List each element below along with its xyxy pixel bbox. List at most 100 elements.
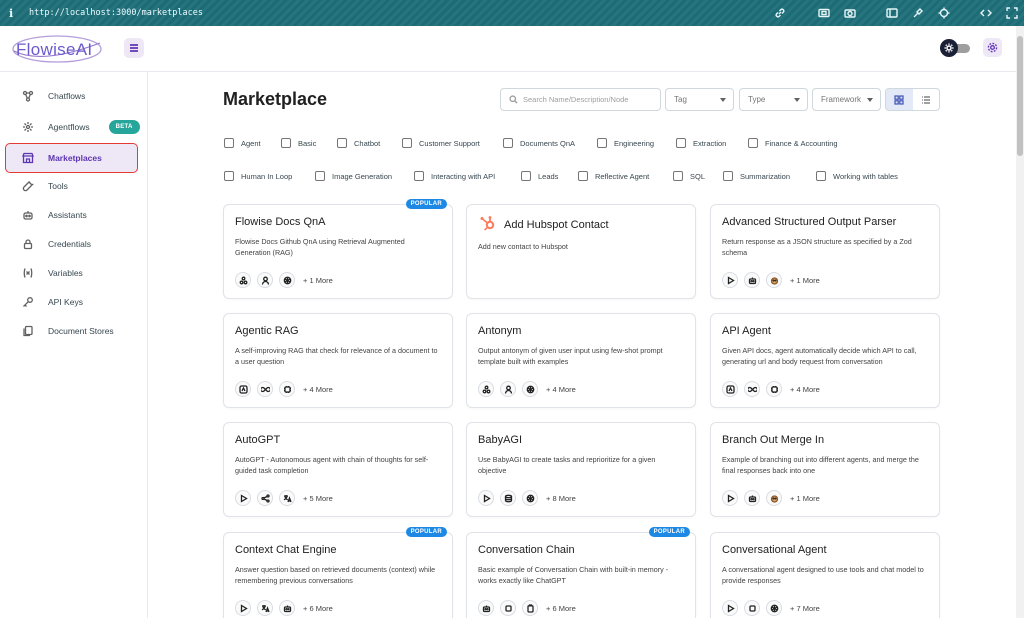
type-filter-select[interactable]: Type <box>739 88 808 111</box>
ollama-icon <box>766 490 782 506</box>
files-icon <box>22 325 34 337</box>
eyedropper-icon[interactable] <box>912 7 924 19</box>
more-nodes-count: + 4 More <box>546 384 576 394</box>
tag-checkbox-customer-support[interactable]: Customer Support <box>402 138 480 148</box>
sidebar: Chatflows Agentflows BETA Marketplaces T… <box>0 72 148 618</box>
page-scrollbar[interactable] <box>1016 26 1024 618</box>
play-icon <box>722 490 738 506</box>
browser-url-bar: i http://localhost:3000/marketplaces <box>0 0 1024 26</box>
link-icon[interactable] <box>774 7 786 19</box>
marketplace-card[interactable]: AutoGPT AutoGPT - Autonomous agent with c… <box>223 422 453 517</box>
marketplace-card[interactable]: Branch Out Merge In Example of branching … <box>710 422 940 517</box>
card-title: Conversation Chain <box>478 544 575 556</box>
condition-icon <box>235 381 251 397</box>
translate-icon <box>257 600 273 616</box>
marketplace-card[interactable]: Advanced Structured Output Parser Return … <box>710 204 940 299</box>
tag-checkbox-human-in-loop[interactable]: Human In Loop <box>224 171 292 181</box>
tag-checkbox-agent[interactable]: Agent <box>224 138 261 148</box>
tag-checkbox-sql[interactable]: SQL <box>673 171 705 181</box>
sidebar-item-assistants[interactable]: Assistants <box>6 201 137 229</box>
marketplace-card[interactable]: Antonym Output antonym of given user inpu… <box>466 313 696 408</box>
chip-icon <box>766 381 782 397</box>
tag-checkbox-chatbot[interactable]: Chatbot <box>337 138 380 148</box>
chevron-down-icon <box>720 97 726 102</box>
url-text[interactable]: http://localhost:3000/marketplaces <box>29 8 203 18</box>
tag-checkbox-image-generation[interactable]: Image Generation <box>315 171 392 181</box>
scrollbar-thumb[interactable] <box>1017 36 1023 156</box>
dark-mode-toggle[interactable] <box>940 39 970 57</box>
sidebar-item-marketplaces[interactable]: Marketplaces <box>5 143 138 173</box>
menu-toggle-button[interactable] <box>124 38 144 58</box>
sidebar-item-variables[interactable]: Variables <box>6 259 137 287</box>
camera-icon[interactable] <box>844 7 856 19</box>
chevron-down-icon <box>867 97 873 102</box>
marketplace-card[interactable]: Conversational Agent A conversational age… <box>710 532 940 618</box>
sidebar-item-api-keys[interactable]: API Keys <box>6 288 137 316</box>
play-icon <box>478 490 494 506</box>
framework-filter-select[interactable]: Framework <box>812 88 881 111</box>
tag-checkbox-documents-qna[interactable]: Documents QnA <box>503 138 575 148</box>
list-view-button[interactable] <box>913 89 940 110</box>
card-title: AutoGPT <box>235 434 281 446</box>
tag-filter-select[interactable]: Tag <box>665 88 734 111</box>
sidebar-item-document-stores[interactable]: Document Stores <box>6 317 137 345</box>
marketplace-card[interactable]: Flowise Docs QnA Flowise Docs Github QnA … <box>223 199 453 299</box>
share-icon <box>257 490 273 506</box>
screenshot-icon[interactable] <box>818 7 830 19</box>
browser-toolbar <box>774 0 1018 26</box>
app-header: FlowiseAI <box>0 26 1016 72</box>
tag-checkbox-summarization[interactable]: Summarization <box>723 171 790 181</box>
site-info-icon[interactable]: i <box>9 7 19 20</box>
tag-checkbox-extraction[interactable]: Extraction <box>676 138 726 148</box>
search-input[interactable] <box>523 95 653 104</box>
marketplace-card[interactable]: Add Hubspot Contact Add new contact to Hu… <box>466 204 696 299</box>
card-title: Antonym <box>478 325 522 337</box>
search-field[interactable] <box>500 88 661 111</box>
marketplace-card[interactable]: Agentic RAG A self-improving RAG that che… <box>223 313 453 408</box>
settings-button[interactable] <box>983 38 1002 57</box>
code-arrows-icon[interactable] <box>980 7 992 19</box>
tag-checkbox-reflective-agent[interactable]: Reflective Agent <box>578 171 649 181</box>
crosshair-icon[interactable] <box>938 7 950 19</box>
tag-checkbox-leads[interactable]: Leads <box>521 171 558 181</box>
flowise-logo[interactable]: FlowiseAI <box>12 31 104 65</box>
tag-checkbox-engineering[interactable]: Engineering <box>597 138 654 148</box>
card-title: Branch Out Merge In <box>722 434 825 446</box>
sidebar-item-agentflows[interactable]: Agentflows BETA <box>6 113 140 141</box>
sidebar-item-credentials[interactable]: Credentials <box>6 230 137 258</box>
card-description: A self-improving RAG that check for rele… <box>235 346 438 366</box>
robot-icon <box>744 272 760 288</box>
card-node-icons: + 5 More <box>235 490 333 506</box>
card-description: Add new contact to Hubspot <box>478 242 568 251</box>
card-view-button[interactable] <box>886 89 913 110</box>
chatflows-icon <box>22 90 34 102</box>
logo-text: FlowiseAI <box>16 40 93 59</box>
marketplace-card[interactable]: Conversation Chain Basic example of Conve… <box>466 527 696 618</box>
expand-icon[interactable] <box>1006 7 1018 19</box>
marketplace-card[interactable]: API Agent Given API docs, agent automatic… <box>710 313 940 408</box>
condition-icon <box>722 381 738 397</box>
tag-checkbox-interacting-with-api[interactable]: Interacting with API <box>414 171 495 181</box>
stop-icon <box>500 600 516 616</box>
openai-icon <box>522 490 538 506</box>
more-nodes-count: + 7 More <box>790 603 820 613</box>
marketplace-card[interactable]: Context Chat Engine Answer question based… <box>223 527 453 618</box>
tag-checkbox-basic[interactable]: Basic <box>281 138 316 148</box>
more-nodes-count: + 1 More <box>790 275 820 285</box>
gear-icon <box>987 42 998 53</box>
tag-checkbox-working-with-tables[interactable]: Working with tables <box>816 171 898 181</box>
clipboard-icon <box>522 600 538 616</box>
sidebar-item-chatflows[interactable]: Chatflows <box>6 82 137 110</box>
lock-icon <box>22 238 34 250</box>
more-nodes-count: + 4 More <box>303 384 333 394</box>
tag-checkbox-finance-accounting[interactable]: Finance & Accounting <box>748 138 838 148</box>
sun-icon <box>940 39 958 57</box>
person-icon <box>500 381 516 397</box>
sidebar-item-tools[interactable]: Tools <box>6 172 137 200</box>
card-description: A conversational agent designed to use t… <box>722 565 924 585</box>
search-icon <box>509 95 518 104</box>
sidebar-panel-icon[interactable] <box>886 7 898 19</box>
popular-badge: POPULAR <box>405 199 447 209</box>
marketplace-card[interactable]: BabyAGI Use BabyAGI to create tasks and r… <box>466 422 696 517</box>
beta-badge: BETA <box>108 120 140 134</box>
